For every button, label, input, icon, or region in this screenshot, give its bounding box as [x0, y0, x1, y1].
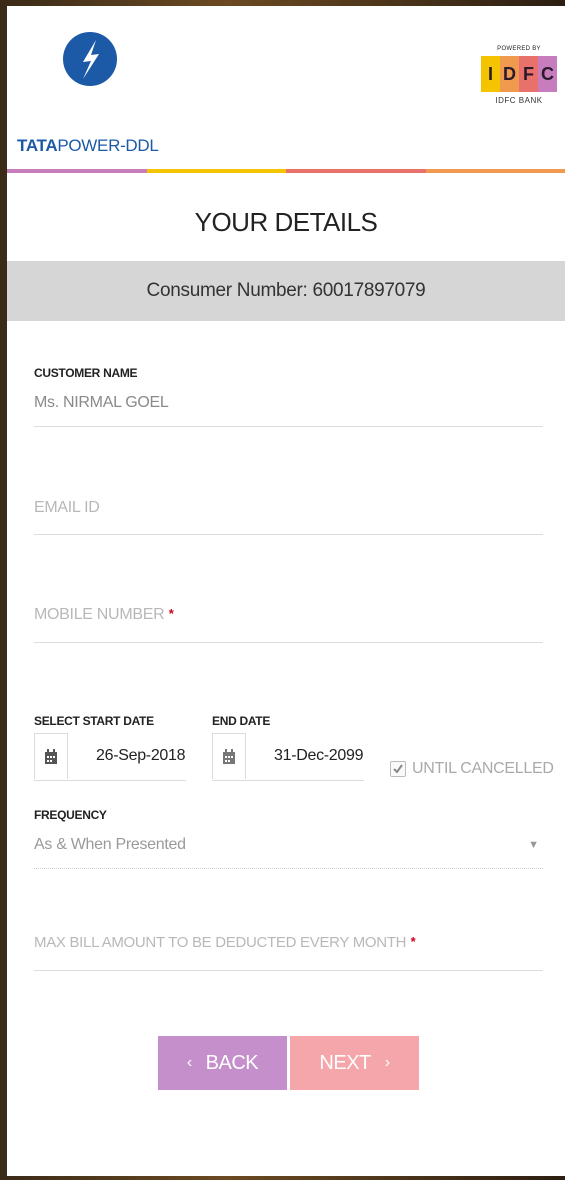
header: TATAPOWER-DDL POWERED BY I D F C IDFC BA… — [7, 6, 565, 169]
back-button[interactable]: ‹ BACK — [158, 1036, 287, 1090]
page-title: YOUR DETAILS — [194, 207, 378, 237]
customer-name-label: CUSTOMER NAME — [34, 366, 138, 380]
idfc-letter: D — [500, 56, 519, 92]
end-date-group: END DATE 31-Dec-2099 — [212, 714, 364, 781]
next-button[interactable]: NEXT › — [290, 1036, 419, 1090]
chevron-right-icon: › — [384, 1054, 390, 1071]
frequency-value: As & When Presented — [34, 836, 186, 853]
start-date-value: 26-Sep-2018 — [96, 747, 186, 764]
mobile-placeholder: MOBILE NUMBER — [34, 606, 165, 623]
max-amount-placeholder: MAX BILL AMOUNT TO BE DEDUCTED EVERY MON… — [34, 934, 407, 951]
start-date-label: SELECT START DATE — [34, 714, 154, 728]
frequency-select[interactable]: As & When Presented ▼ — [34, 836, 543, 854]
details-card: TATAPOWER-DDL POWERED BY I D F C IDFC BA… — [7, 6, 565, 1176]
check-icon — [393, 764, 403, 774]
powered-by-text: POWERED BY — [497, 46, 541, 52]
start-date-picker[interactable]: 26-Sep-2018 — [34, 732, 186, 781]
brand-tata: TATA — [17, 136, 58, 155]
end-date-value: 31-Dec-2099 — [274, 747, 364, 764]
until-cancelled-checkbox[interactable] — [390, 761, 406, 777]
end-date-label: END DATE — [212, 714, 271, 728]
idfc-logo: POWERED BY I D F C IDFC BANK — [479, 46, 559, 105]
idfc-letter: F — [519, 56, 538, 92]
required-mark: * — [410, 934, 416, 949]
brand-name: TATAPOWER-DDL — [17, 136, 159, 156]
idfc-letter: C — [538, 56, 557, 92]
back-label: BACK — [205, 1051, 259, 1074]
idfc-letters: I D F C — [479, 56, 559, 92]
start-date-group: SELECT START DATE 26-Sep-2018 — [34, 714, 186, 781]
idfc-letter: I — [481, 56, 500, 92]
stripe-segment — [425, 169, 565, 173]
dropdown-arrow-icon[interactable]: ▼ — [528, 839, 539, 851]
calendar-icon[interactable] — [34, 733, 68, 779]
email-placeholder: EMAIL ID — [34, 499, 100, 516]
stripe-segment — [7, 169, 147, 173]
lightning-bolt-icon — [63, 32, 117, 86]
stripe-segment — [146, 169, 286, 173]
color-stripe — [7, 169, 565, 173]
email-input[interactable]: EMAIL ID — [34, 499, 543, 535]
calendar-icon[interactable] — [212, 733, 246, 779]
frequency-field: FREQUENCY As & When Presented ▼ — [34, 808, 543, 869]
mobile-number-input[interactable]: MOBILE NUMBER * — [34, 606, 543, 643]
until-cancelled-toggle[interactable]: UNTIL CANCELLED — [390, 760, 554, 778]
next-label: NEXT — [319, 1051, 371, 1074]
chevron-left-icon: ‹ — [186, 1054, 192, 1071]
customer-name-value: Ms. NIRMAL GOEL — [34, 394, 169, 411]
frequency-label: FREQUENCY — [34, 808, 107, 822]
required-mark: * — [168, 606, 174, 621]
end-date-picker[interactable]: 31-Dec-2099 — [212, 732, 364, 781]
max-bill-amount-input[interactable]: MAX BILL AMOUNT TO BE DEDUCTED EVERY MON… — [34, 934, 543, 971]
stripe-segment — [286, 169, 426, 173]
idfc-bank-text: IDFC BANK — [495, 96, 543, 105]
customer-name-field: CUSTOMER NAME Ms. NIRMAL GOEL — [34, 366, 543, 427]
until-cancelled-label: UNTIL CANCELLED — [412, 760, 554, 777]
brand-power-ddl: POWER-DDL — [57, 136, 159, 155]
consumer-number-bar: Consumer Number: 60017897079 — [7, 261, 565, 321]
